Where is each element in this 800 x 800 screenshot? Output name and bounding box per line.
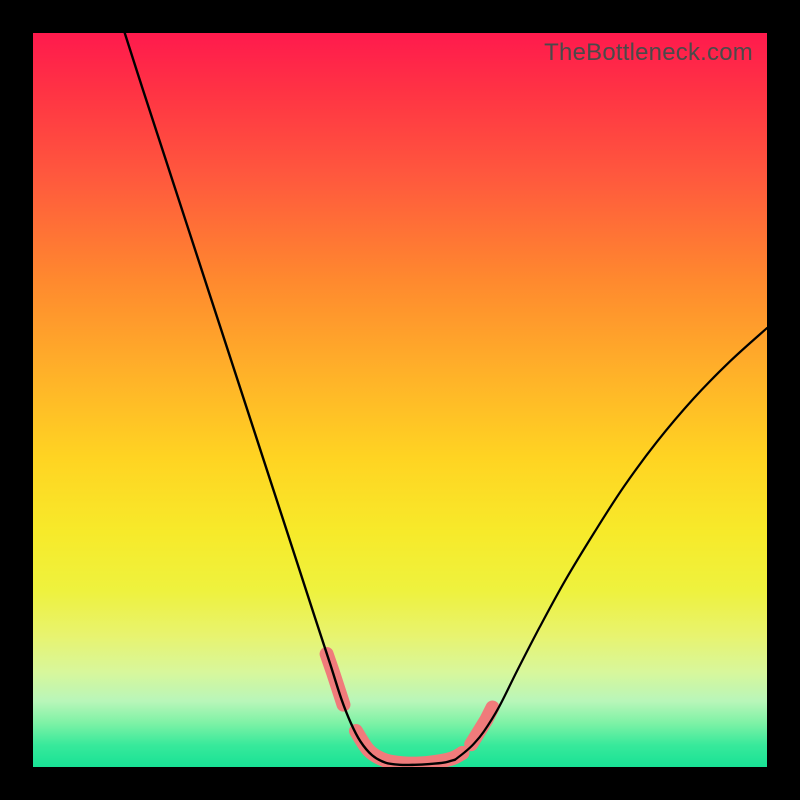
plot-area: TheBottleneck.com xyxy=(33,33,767,767)
chart-svg xyxy=(33,33,767,767)
curve-left-branch xyxy=(125,33,455,765)
curve-right-branch xyxy=(455,328,767,760)
chart-frame: TheBottleneck.com xyxy=(0,0,800,800)
highlight-trough-segment xyxy=(356,731,462,764)
highlight-right-segment xyxy=(471,708,492,745)
